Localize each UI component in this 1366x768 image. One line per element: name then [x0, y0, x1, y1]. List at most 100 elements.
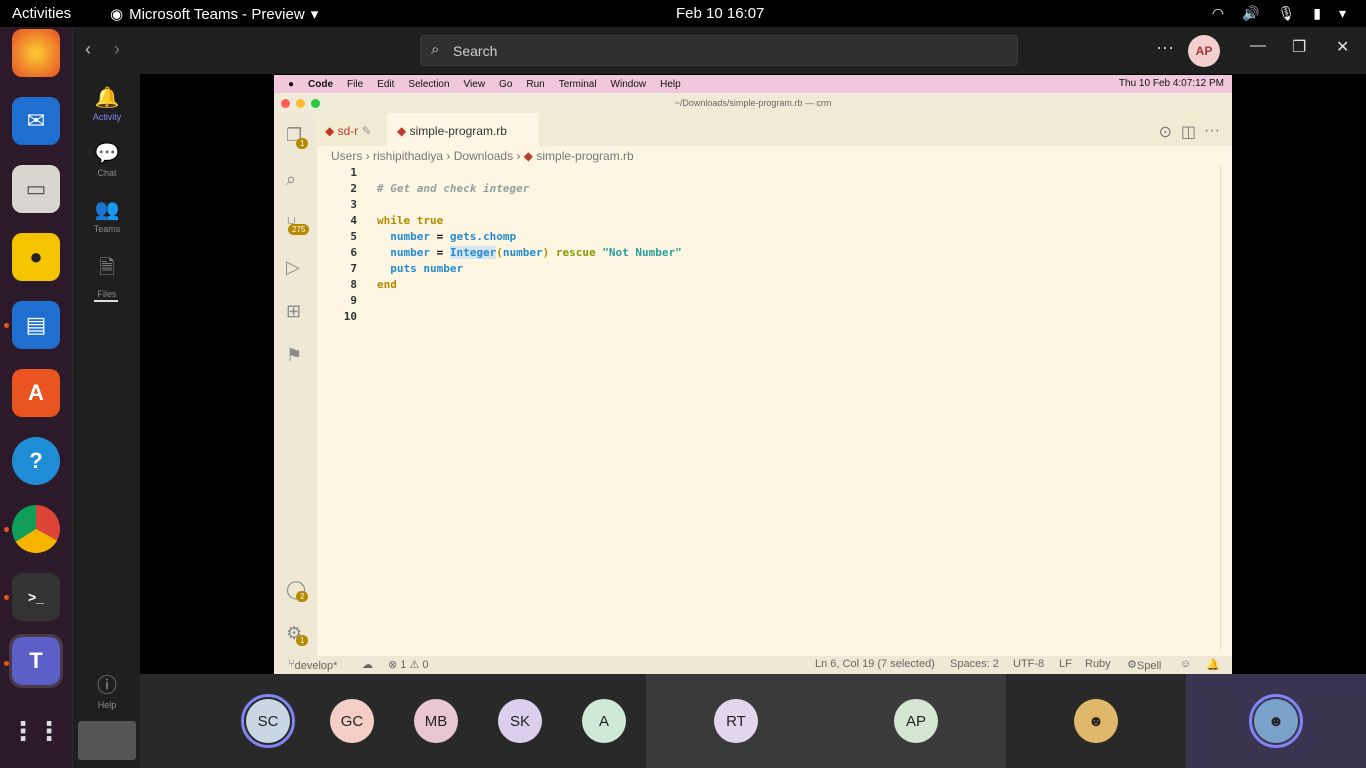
person-icon: ☻ — [1268, 712, 1284, 730]
device-settings-button[interactable] — [78, 721, 136, 760]
rail-label: Teams — [93, 224, 121, 234]
line-number: 1 — [350, 166, 357, 179]
rail-divider — [94, 300, 118, 302]
ruby-icon: ◆ — [325, 124, 335, 138]
show-apps-icon[interactable]: ⋮⋮ — [10, 707, 62, 755]
thunderbird-icon[interactable]: ✉ — [12, 97, 60, 145]
participant-photo[interactable]: ☻ — [1074, 699, 1118, 743]
maximize-icon[interactable]: ❐ — [1292, 37, 1306, 57]
line-number: 3 — [350, 198, 357, 211]
bell-icon: 🔔 — [94, 87, 120, 109]
mac-menu-item: Window — [610, 78, 647, 90]
code-line: number = Integer(number) rescue "Not Num… — [390, 246, 682, 259]
split-editor-icon: ◫ — [1180, 124, 1196, 141]
chevron-down-icon: ▾ — [310, 6, 319, 23]
mac-menu-bar: ● Code File Edit Selection View Go Run T… — [274, 75, 1232, 93]
crumb: rishipithadiya — [373, 149, 444, 163]
shared-screen: ● Code File Edit Selection View Go Run T… — [274, 75, 1232, 674]
line-number: 6 — [350, 246, 357, 259]
rail-label: Help — [97, 700, 117, 710]
participant-avatar[interactable]: AP — [894, 699, 938, 743]
pin-icon: ✎ — [361, 124, 372, 138]
participant-avatar[interactable]: SC — [241, 694, 295, 748]
mac-menu-item: Edit — [377, 78, 395, 90]
spell-label: Spell — [1136, 660, 1162, 672]
run-debug-icon: ▷ — [286, 257, 300, 277]
minimize-dot-icon — [296, 99, 305, 108]
teams-app-icon: ◉ — [110, 6, 124, 23]
notifications-icon: 🔔 — [1206, 659, 1220, 671]
rail-files[interactable]: 🗎 Files — [73, 253, 141, 299]
system-clock[interactable]: Feb 10 16:07 — [676, 5, 764, 22]
firefox-icon[interactable] — [12, 29, 60, 77]
ruby-icon: ◆ — [523, 149, 534, 163]
mac-menu-item: File — [347, 78, 364, 90]
files-icon[interactable]: ▭ — [12, 165, 60, 213]
participant-avatar[interactable]: MB — [414, 699, 458, 743]
writer-icon[interactable]: ▤ — [12, 301, 60, 349]
explorer-badge: 1 — [296, 138, 309, 149]
tab-label: simple-program.rb — [409, 124, 507, 138]
crumb: simple-program.rb — [536, 149, 634, 163]
line-number: 10 — [343, 310, 357, 323]
line-number: 5 — [350, 230, 357, 243]
system-tray[interactable]: ◠ 🔊 🎙 ▮ ▾ — [1212, 5, 1346, 22]
status-bar: ⑂ develop* ☁ ⊗ 1 ⚠ 0 Ln 6, Col 19 (7 sel… — [274, 656, 1232, 674]
encoding: UTF-8 — [1013, 658, 1045, 670]
code-line: number = gets.chomp — [390, 230, 517, 243]
rail-chat[interactable]: 💬 Chat — [73, 141, 141, 178]
self-video-photo[interactable]: ☻ — [1249, 694, 1303, 748]
tab-simple-program: ◆ simple-program.rb — [387, 113, 539, 146]
mac-clock: Thu 10 Feb 4:07:12 PM — [1118, 78, 1224, 89]
forward-icon[interactable]: › — [114, 39, 120, 60]
participant-avatar[interactable]: A — [582, 699, 626, 743]
accounts-badge: 2 — [296, 591, 309, 602]
minimize-icon[interactable]: — — [1250, 37, 1266, 55]
activity-bar: ❐ 1 ⌕ ⑂ 275 ▷ ⊞ ⚑ ◯ 2 ⚙ 1 — [274, 113, 317, 658]
manage-badge: 1 — [296, 635, 309, 646]
mac-menu-item: Go — [499, 78, 513, 90]
rail-label: Activity — [92, 112, 122, 122]
breadcrumb: Users › rishipithadiya › Downloads › ◆ s… — [331, 149, 634, 163]
rail-label: Files — [97, 289, 117, 299]
back-icon[interactable]: ‹ — [85, 39, 91, 60]
close-dot-icon — [281, 99, 290, 108]
rail-help[interactable]: ⓘ Help — [73, 669, 141, 710]
rail-teams[interactable]: 👥 Teams — [73, 197, 141, 234]
teams-icon[interactable]: T — [9, 634, 63, 688]
terminal-icon[interactable]: >_ — [12, 573, 60, 621]
bookmark-icon: ⚑ — [286, 345, 303, 365]
line-number: 4 — [350, 214, 357, 227]
more-icon: ··· — [1204, 122, 1220, 139]
participant-avatar[interactable]: RT — [714, 699, 758, 743]
rhythmbox-icon[interactable]: ● — [12, 233, 60, 281]
help-circle-icon: ⓘ — [97, 675, 117, 697]
teams-people-icon: 👥 — [94, 199, 120, 221]
mac-menu-item: View — [463, 78, 486, 90]
battery-icon: ▮ — [1313, 5, 1321, 21]
person-icon: ☻ — [1088, 712, 1104, 730]
apple-icon: ● — [288, 78, 295, 90]
profile-avatar[interactable]: AP — [1188, 35, 1220, 67]
line-number: 9 — [350, 294, 357, 307]
close-icon[interactable]: ✕ — [1336, 37, 1349, 57]
feedback-icon: ☺ — [1180, 658, 1192, 670]
help-icon[interactable]: ? — [12, 437, 60, 485]
rail-label: Chat — [97, 168, 117, 178]
app-menu[interactable]: ◉ Microsoft Teams - Preview ▾ — [110, 5, 319, 24]
more-options-icon[interactable]: ··· — [1156, 37, 1174, 58]
participant-avatar[interactable]: SK — [498, 699, 542, 743]
ubuntu-dock: ✉ ▭ ● ▤ A ? >_ T ⋮⋮ — [0, 27, 72, 768]
activities-button[interactable]: Activities — [12, 5, 71, 22]
teams-app-rail: 🔔 Activity 💬 Chat 👥 Teams 🗎 Files ⓘ Help — [72, 27, 140, 768]
code-line: puts number — [390, 262, 464, 275]
chrome-icon[interactable] — [12, 505, 60, 553]
line-number: 7 — [350, 262, 357, 275]
search-input[interactable]: ⌕ Search — [420, 35, 1018, 66]
line-number: 2 — [350, 182, 357, 195]
window-title: ~/Downloads/simple-program.rb — crm — [674, 98, 832, 108]
participant-avatar[interactable]: GC — [330, 699, 374, 743]
editor-tabs: ◆ sd-r ✎ ◆ simple-program.rb ⊙ ◫ ··· — [317, 113, 1232, 146]
software-center-icon[interactable]: A — [12, 369, 60, 417]
rail-activity[interactable]: 🔔 Activity — [73, 85, 141, 122]
